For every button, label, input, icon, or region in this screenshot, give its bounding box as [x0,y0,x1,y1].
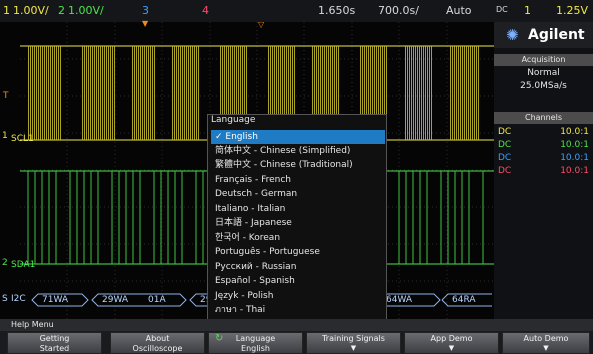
time-delay[interactable]: 1.650s [318,4,355,17]
language-option-russian[interactable]: Русский - Russian [211,260,385,274]
language-option-english[interactable]: ✓ English [211,130,385,144]
language-option-portuguese[interactable]: Português - Portuguese [211,245,385,259]
softkey-label: Training Signals [322,334,385,343]
time-reference-icon[interactable]: ▼ [142,19,148,28]
channel-probe: 10.0:1 [560,140,589,150]
language-option-italian[interactable]: Italiano - Italian [211,202,385,216]
trigger-mode[interactable]: Auto [446,4,472,17]
ch3-number[interactable]: 3 [142,4,149,17]
decode-packet[interactable]: 64WA [386,294,412,306]
ch2-scale[interactable]: 1.00V/ [68,4,104,17]
ch4-number[interactable]: 4 [202,4,209,17]
channel-row-3[interactable]: DC 10.0:1 [498,152,589,165]
decode-marker: S [2,294,8,304]
language-option-chinese-traditional[interactable]: 繁體中文 - Chinese (Traditional) [211,158,385,172]
decode-packet[interactable]: 29WA [102,294,128,306]
channel-coupling: DC [498,140,512,150]
softkey-app-demo[interactable]: App Demo ▼ [404,332,499,354]
language-option-japanese[interactable]: 日本語 - Japanese [211,216,385,230]
ch1-number[interactable]: 1 [3,4,10,17]
decode-packet[interactable]: 01A [148,294,166,306]
softkey-label: About [145,334,170,343]
softkey-sublabel: Oscilloscope [132,344,183,353]
side-panel: ✺ Agilent Acquisition Normal 25.0MSa/s C… [494,22,593,319]
trigger-level-marker[interactable]: T [3,91,9,101]
ch2-number[interactable]: 2 [58,4,65,17]
scl-label: SCL1 [11,134,34,144]
softkey-sublabel: Started [39,344,70,353]
acquisition-header: Acquisition [494,54,593,66]
softkey-about-oscilloscope[interactable]: About Oscilloscope [110,332,205,354]
channel-row-1[interactable]: DC 10.0:1 [498,126,589,139]
channel-row-4[interactable]: DC 10.0:1 [498,165,589,178]
time-delay-unit: s [349,4,356,17]
time-scale-unit: s/ [409,4,419,17]
agilent-spark-icon: ✺ [506,26,519,44]
rotate-knob-icon: ↻ [215,333,224,344]
softkey-auto-demo[interactable]: Auto Demo ▼ [502,332,590,354]
ch1-scale[interactable]: 1.00V/ [13,4,49,17]
softkey-label: App Demo [430,334,473,343]
softkey-language[interactable]: ↻ Language English [208,332,303,354]
channel-coupling: DC [498,166,512,176]
channel-probe: 10.0:1 [560,127,589,137]
top-status-bar: 1 1.00V/ 2 1.00V/ 3 4 1.650s 700.0s/ Aut… [0,0,593,22]
trigger-position-icon[interactable]: ▽ [258,20,264,29]
language-option-spanish[interactable]: Español - Spanish [211,274,385,288]
channel-probe: 10.0:1 [560,166,589,176]
time-delay-value: 1.650 [318,4,350,17]
trigger-coupling: DC [496,5,508,14]
channel-row-2[interactable]: DC 10.0:1 [498,139,589,152]
submenu-arrow-icon: ▼ [543,344,549,352]
language-option-thai[interactable]: ภาษา - Thai [211,303,385,317]
brand-name: Agilent [528,27,585,43]
language-menu-title: Language [211,115,256,125]
decode-packet[interactable]: 71WA [42,294,68,306]
trigger-level[interactable]: 1.25V [556,4,588,17]
decode-packet[interactable]: 64RA [452,294,476,306]
sda-label: SDA1 [11,260,36,270]
ch2-marker-number: 2 [2,258,8,268]
softkey-getting-started[interactable]: Getting Started [7,332,102,354]
submenu-arrow-icon: ▼ [448,344,455,352]
time-scale-value: 700.0 [378,4,410,17]
softkey-label: Getting [39,334,70,343]
softkey-training-signals[interactable]: Training Signals ▼ [306,332,401,354]
sample-rate: 25.0MSa/s [520,81,567,91]
language-option-polish[interactable]: Język - Polish [211,289,385,303]
ch1-marker-number: 1 [2,131,8,141]
language-option-german[interactable]: Deutsch - German [211,187,385,201]
ch2-ground-marker[interactable]: 2 [2,258,8,268]
channels-header: Channels [494,112,593,124]
acquisition-mode: Normal [527,68,560,78]
language-option-french[interactable]: Français - French [211,173,385,187]
language-option-chinese-simplified[interactable]: 简体中文 - Chinese (Simplified) [211,144,385,158]
softkey-bar: Getting Started About Oscilloscope ↻ Lan… [0,331,593,354]
time-scale[interactable]: 700.0s/ [378,4,419,17]
submenu-arrow-icon: ▼ [350,344,357,352]
menu-title-bar: Help Menu [0,319,593,331]
channel-coupling: DC [498,127,512,137]
softkey-label: Language [235,334,276,343]
ch1-ground-marker[interactable]: 1 [2,131,8,141]
brand-logo: ✺ Agilent [494,22,593,48]
channel-coupling: DC [498,153,512,163]
language-option-korean[interactable]: 한국어 - Korean [211,231,385,245]
language-menu[interactable]: Language ✓ English 简体中文 - Chinese (Simpl… [207,114,387,321]
decode-label: I2C [11,294,26,304]
help-menu-label: Help Menu [11,320,54,329]
trigger-source[interactable]: 1 [524,4,531,17]
channel-probe: 10.0:1 [560,153,589,163]
softkey-sublabel: English [241,344,270,353]
softkey-label: Auto Demo [523,334,569,343]
